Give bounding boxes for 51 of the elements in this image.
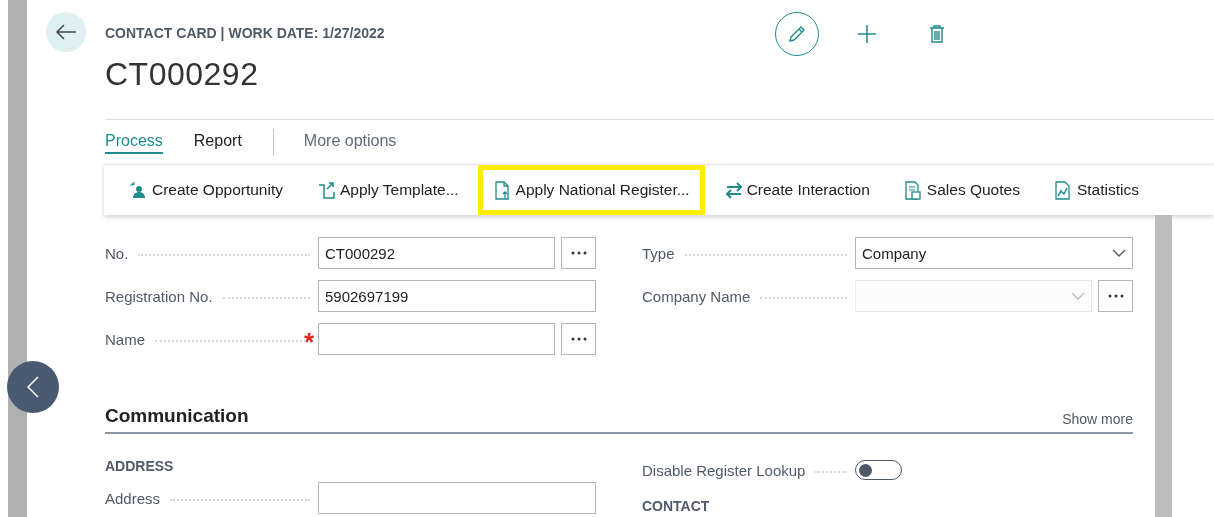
show-more-link[interactable]: Show more — [1062, 411, 1133, 427]
chevron-left-icon — [27, 376, 39, 398]
document-icon — [492, 180, 511, 200]
action-button[interactable]: Apply Template... — [301, 165, 474, 215]
ellipsis-button[interactable] — [561, 237, 596, 269]
trash-icon — [929, 25, 945, 43]
field-label: Registration No. — [105, 287, 213, 305]
group-heading: ADDRESS — [105, 458, 175, 474]
people-icon — [129, 180, 147, 200]
dropdown-field[interactable]: Company — [855, 237, 1133, 269]
more-icon — [1107, 294, 1124, 298]
template-icon — [316, 180, 335, 200]
field-label: Disable Register Lookup — [642, 461, 806, 479]
input-field[interactable] — [318, 482, 596, 514]
page-caption: CONTACT CARD | WORK DATE: 1/27/2022 — [105, 25, 385, 41]
toggle-switch[interactable] — [855, 460, 902, 480]
tab[interactable]: Report — [193, 130, 242, 154]
group-heading: CONTACT — [642, 498, 711, 514]
chart-document-icon — [1053, 180, 1072, 200]
action-button[interactable]: Statistics — [1038, 165, 1154, 215]
pencil-icon — [787, 24, 807, 44]
scrollbar[interactable] — [1155, 215, 1172, 517]
ellipsis-button[interactable] — [1098, 280, 1133, 312]
document-list-icon — [903, 180, 922, 200]
action-button[interactable]: Create Interaction — [708, 165, 885, 215]
input-field[interactable] — [318, 323, 555, 355]
ellipsis-button[interactable] — [561, 323, 596, 355]
record-title: CT000292 — [105, 56, 259, 93]
action-button[interactable]: Sales Quotes — [888, 165, 1035, 215]
field-label: No. — [105, 244, 129, 262]
collapse-button[interactable] — [7, 361, 59, 413]
field-label: Name — [105, 330, 145, 348]
field-label: Company Name — [642, 287, 751, 305]
input-field[interactable]: CT000292 — [318, 237, 555, 269]
section-title: Communication — [105, 405, 249, 427]
chevron-down-icon — [1071, 292, 1085, 300]
chevron-down-icon — [1112, 249, 1126, 257]
more-icon — [570, 337, 587, 341]
tab[interactable]: Process — [105, 130, 163, 154]
input-field[interactable]: 5902697199 — [318, 280, 596, 312]
more-icon — [570, 251, 587, 255]
more-options-link[interactable]: More options — [303, 130, 397, 154]
back-button[interactable] — [46, 12, 86, 52]
swap-arrows-icon — [723, 180, 742, 200]
required-asterisk: * — [303, 333, 314, 351]
field-label: Address — [105, 489, 161, 507]
plus-icon — [857, 24, 877, 44]
action-button[interactable]: Apply National Register... — [477, 165, 705, 215]
field-label: Type — [642, 244, 675, 262]
action-button[interactable]: Create Opportunity — [114, 165, 298, 215]
back-arrow-icon — [55, 23, 77, 41]
